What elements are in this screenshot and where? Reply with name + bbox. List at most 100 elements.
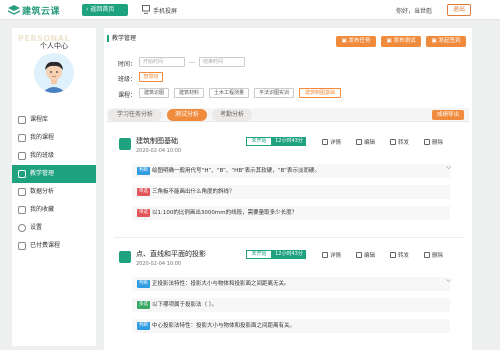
question-type-badge: 单选: [137, 209, 150, 217]
publish-task-button[interactable]: ▣ 发布任务: [336, 36, 376, 47]
top-bar: 建筑云课 ‹ 返回首页 手机投屏 你好，当世彪 退出: [0, 0, 500, 20]
logout-button[interactable]: 退出: [447, 4, 471, 16]
edit-icon: [356, 139, 362, 145]
course-option[interactable]: 建筑材料: [174, 88, 204, 98]
course-name: 建筑制图基础: [136, 137, 178, 145]
sidebar-item-label: 课程库: [30, 116, 49, 123]
question-text: 三角板不能画出什么角度的斜线？: [152, 189, 235, 195]
avatar-image: [34, 53, 74, 93]
user-greeting: 你好，当世彪: [396, 8, 433, 15]
course-date: 2020-02-04 10:00: [136, 148, 182, 154]
publish-task-label: 发布任务: [348, 38, 371, 44]
main-panel: 教学管理 ▣ 发布任务 ▣ 发布测试 ▣ 发起签到 时间： 开始时间 — 结束时…: [104, 28, 472, 350]
sidebar-item-label: 我的班级: [30, 152, 55, 159]
course-card: 点、直线和平面的投影 2020-02-04 10:00 未开始 12小时43分 …: [114, 243, 464, 349]
question-item[interactable]: 判断 正投影法特性：投影大小与物体和投影面之间距离无关。: [132, 277, 450, 291]
course-option[interactable]: 平法识图实训: [254, 88, 294, 98]
chevron-down-icon[interactable]: ⌵: [446, 163, 451, 172]
sidebar-item-label: 数据分析: [30, 188, 55, 195]
edit-button[interactable]: 编辑: [356, 251, 375, 259]
forward-icon: [390, 139, 396, 145]
start-date-input[interactable]: 开始时间: [139, 57, 185, 67]
question-text: 正投影法特性：投影大小与物体和投影面之间距离无关。: [152, 281, 290, 287]
screen-cast-icon[interactable]: [142, 5, 150, 14]
start-checkin-button[interactable]: ▣ 发起签到: [426, 36, 466, 47]
course-filter-label: 课程：: [118, 92, 137, 99]
tab-test-analysis[interactable]: 测试分析: [167, 109, 207, 121]
course-option-selected[interactable]: 建筑制图基础: [299, 88, 341, 98]
delete-button[interactable]: 删除: [424, 251, 443, 259]
detail-icon: [322, 252, 328, 258]
course-option[interactable]: 建筑识图: [139, 88, 169, 98]
question-item[interactable]: 判断 中心投影法特性：投影大小与物体和投影面之间距离有关。: [132, 319, 450, 333]
sidebar-item-label: 我的收藏: [30, 206, 55, 213]
sidebar-title: 个人中心: [40, 42, 68, 50]
course-icon: [119, 138, 131, 150]
time-filter-label: 时间：: [118, 61, 137, 68]
sidebar-item-settings[interactable]: 设置: [12, 219, 96, 237]
sidebar-item-label: 设置: [30, 224, 43, 231]
question-type-badge: 判断: [137, 322, 150, 330]
export-grades-button[interactable]: 成绩导出: [432, 110, 464, 120]
detail-button[interactable]: 详情: [322, 138, 341, 146]
logo-text: 建筑云课: [22, 7, 61, 17]
sidebar-item-my-classes[interactable]: 我的班级: [12, 147, 96, 165]
sidebar: PERSONAL 个人中心 课程库 我的课程 我的班级 教学管理 数据分析 我的…: [12, 28, 96, 346]
forward-label: 转发: [398, 253, 410, 259]
question-item[interactable]: 单选 三角板不能画出什么角度的斜线？: [132, 185, 450, 199]
publish-test-label: 发布测试: [393, 38, 416, 44]
manage-icon: [18, 170, 26, 178]
sidebar-item-course-library[interactable]: 课程库: [12, 111, 96, 129]
edit-label: 编辑: [364, 140, 376, 146]
tab-learning-task-analysis[interactable]: 学习任务分析: [108, 109, 162, 121]
avatar[interactable]: [34, 53, 74, 93]
question-type-badge: 多选: [137, 301, 150, 309]
status-badge: 未开始: [246, 250, 272, 259]
class-option-selected[interactable]: 智慧班: [139, 72, 163, 82]
chevron-down-icon[interactable]: ⌵: [446, 276, 451, 285]
course-option[interactable]: 土木工程测量: [209, 88, 249, 98]
sidebar-item-data-analysis[interactable]: 数据分析: [12, 183, 96, 201]
back-home-button[interactable]: ‹ 返回首页: [82, 4, 128, 16]
detail-label: 详情: [330, 140, 342, 146]
question-item[interactable]: 多选 以下哪项属于投影法（ ）。: [132, 298, 450, 312]
question-item[interactable]: 单选 以1:100的比例画出3000mm的线段，需要量取多少长度？: [132, 206, 450, 220]
end-date-input[interactable]: 结束时间: [199, 57, 245, 67]
sidebar-item-teaching-management[interactable]: 教学管理: [12, 165, 96, 183]
sidebar-item-paid-courses[interactable]: 已付费课程: [12, 237, 96, 255]
forward-button[interactable]: 转发: [390, 251, 409, 259]
sidebar-item-my-favorites[interactable]: 我的收藏: [12, 201, 96, 219]
detail-button[interactable]: 详情: [322, 251, 341, 259]
sidebar-item-my-courses[interactable]: 我的课程: [12, 129, 96, 147]
question-type-badge: 判断: [137, 280, 150, 288]
question-text: 以下哪项属于投影法（ ）。: [152, 302, 217, 308]
trash-icon: [424, 139, 430, 145]
course-date: 2020-02-04 10:00: [136, 261, 182, 267]
delete-button[interactable]: 删除: [424, 138, 443, 146]
book-icon: [18, 134, 26, 142]
course-name: 点、直线和平面的投影: [136, 250, 206, 258]
class-filter-label: 班级：: [118, 76, 137, 83]
edit-button[interactable]: 编辑: [356, 138, 375, 146]
question-text: 以1:100的比例画出3000mm的线段，需要量取多少长度？: [152, 210, 298, 216]
duration-badge: 12小时43分: [272, 137, 306, 146]
status-badge: 未开始: [246, 137, 272, 146]
trash-icon: [424, 252, 430, 258]
star-icon: [18, 206, 26, 214]
duration-badge: 12小时43分: [272, 250, 306, 259]
question-text: 中心投影法特性：投影大小与物体和投影面之间距离有关。: [152, 323, 296, 329]
start-checkin-label: 发起签到: [438, 38, 461, 44]
publish-test-button[interactable]: ▣ 发布测试: [381, 36, 421, 47]
edit-icon: [356, 252, 362, 258]
question-type-badge: 单选: [137, 188, 150, 196]
detail-icon: [322, 139, 328, 145]
course-icon: [119, 251, 131, 263]
question-item[interactable]: 判断 绘图明确一般用代号“H”、“B”、“HB”表示其软硬，“B”表示淡而硬。: [132, 164, 450, 178]
tab-attendance-analysis[interactable]: 考勤分析: [212, 109, 252, 121]
class-icon: [18, 152, 26, 160]
forward-button[interactable]: 转发: [390, 138, 409, 146]
delete-label: 删除: [432, 253, 444, 259]
mobile-cast-link[interactable]: 手机投屏: [153, 6, 177, 15]
chart-icon: [18, 188, 26, 196]
gear-icon: [18, 224, 26, 232]
